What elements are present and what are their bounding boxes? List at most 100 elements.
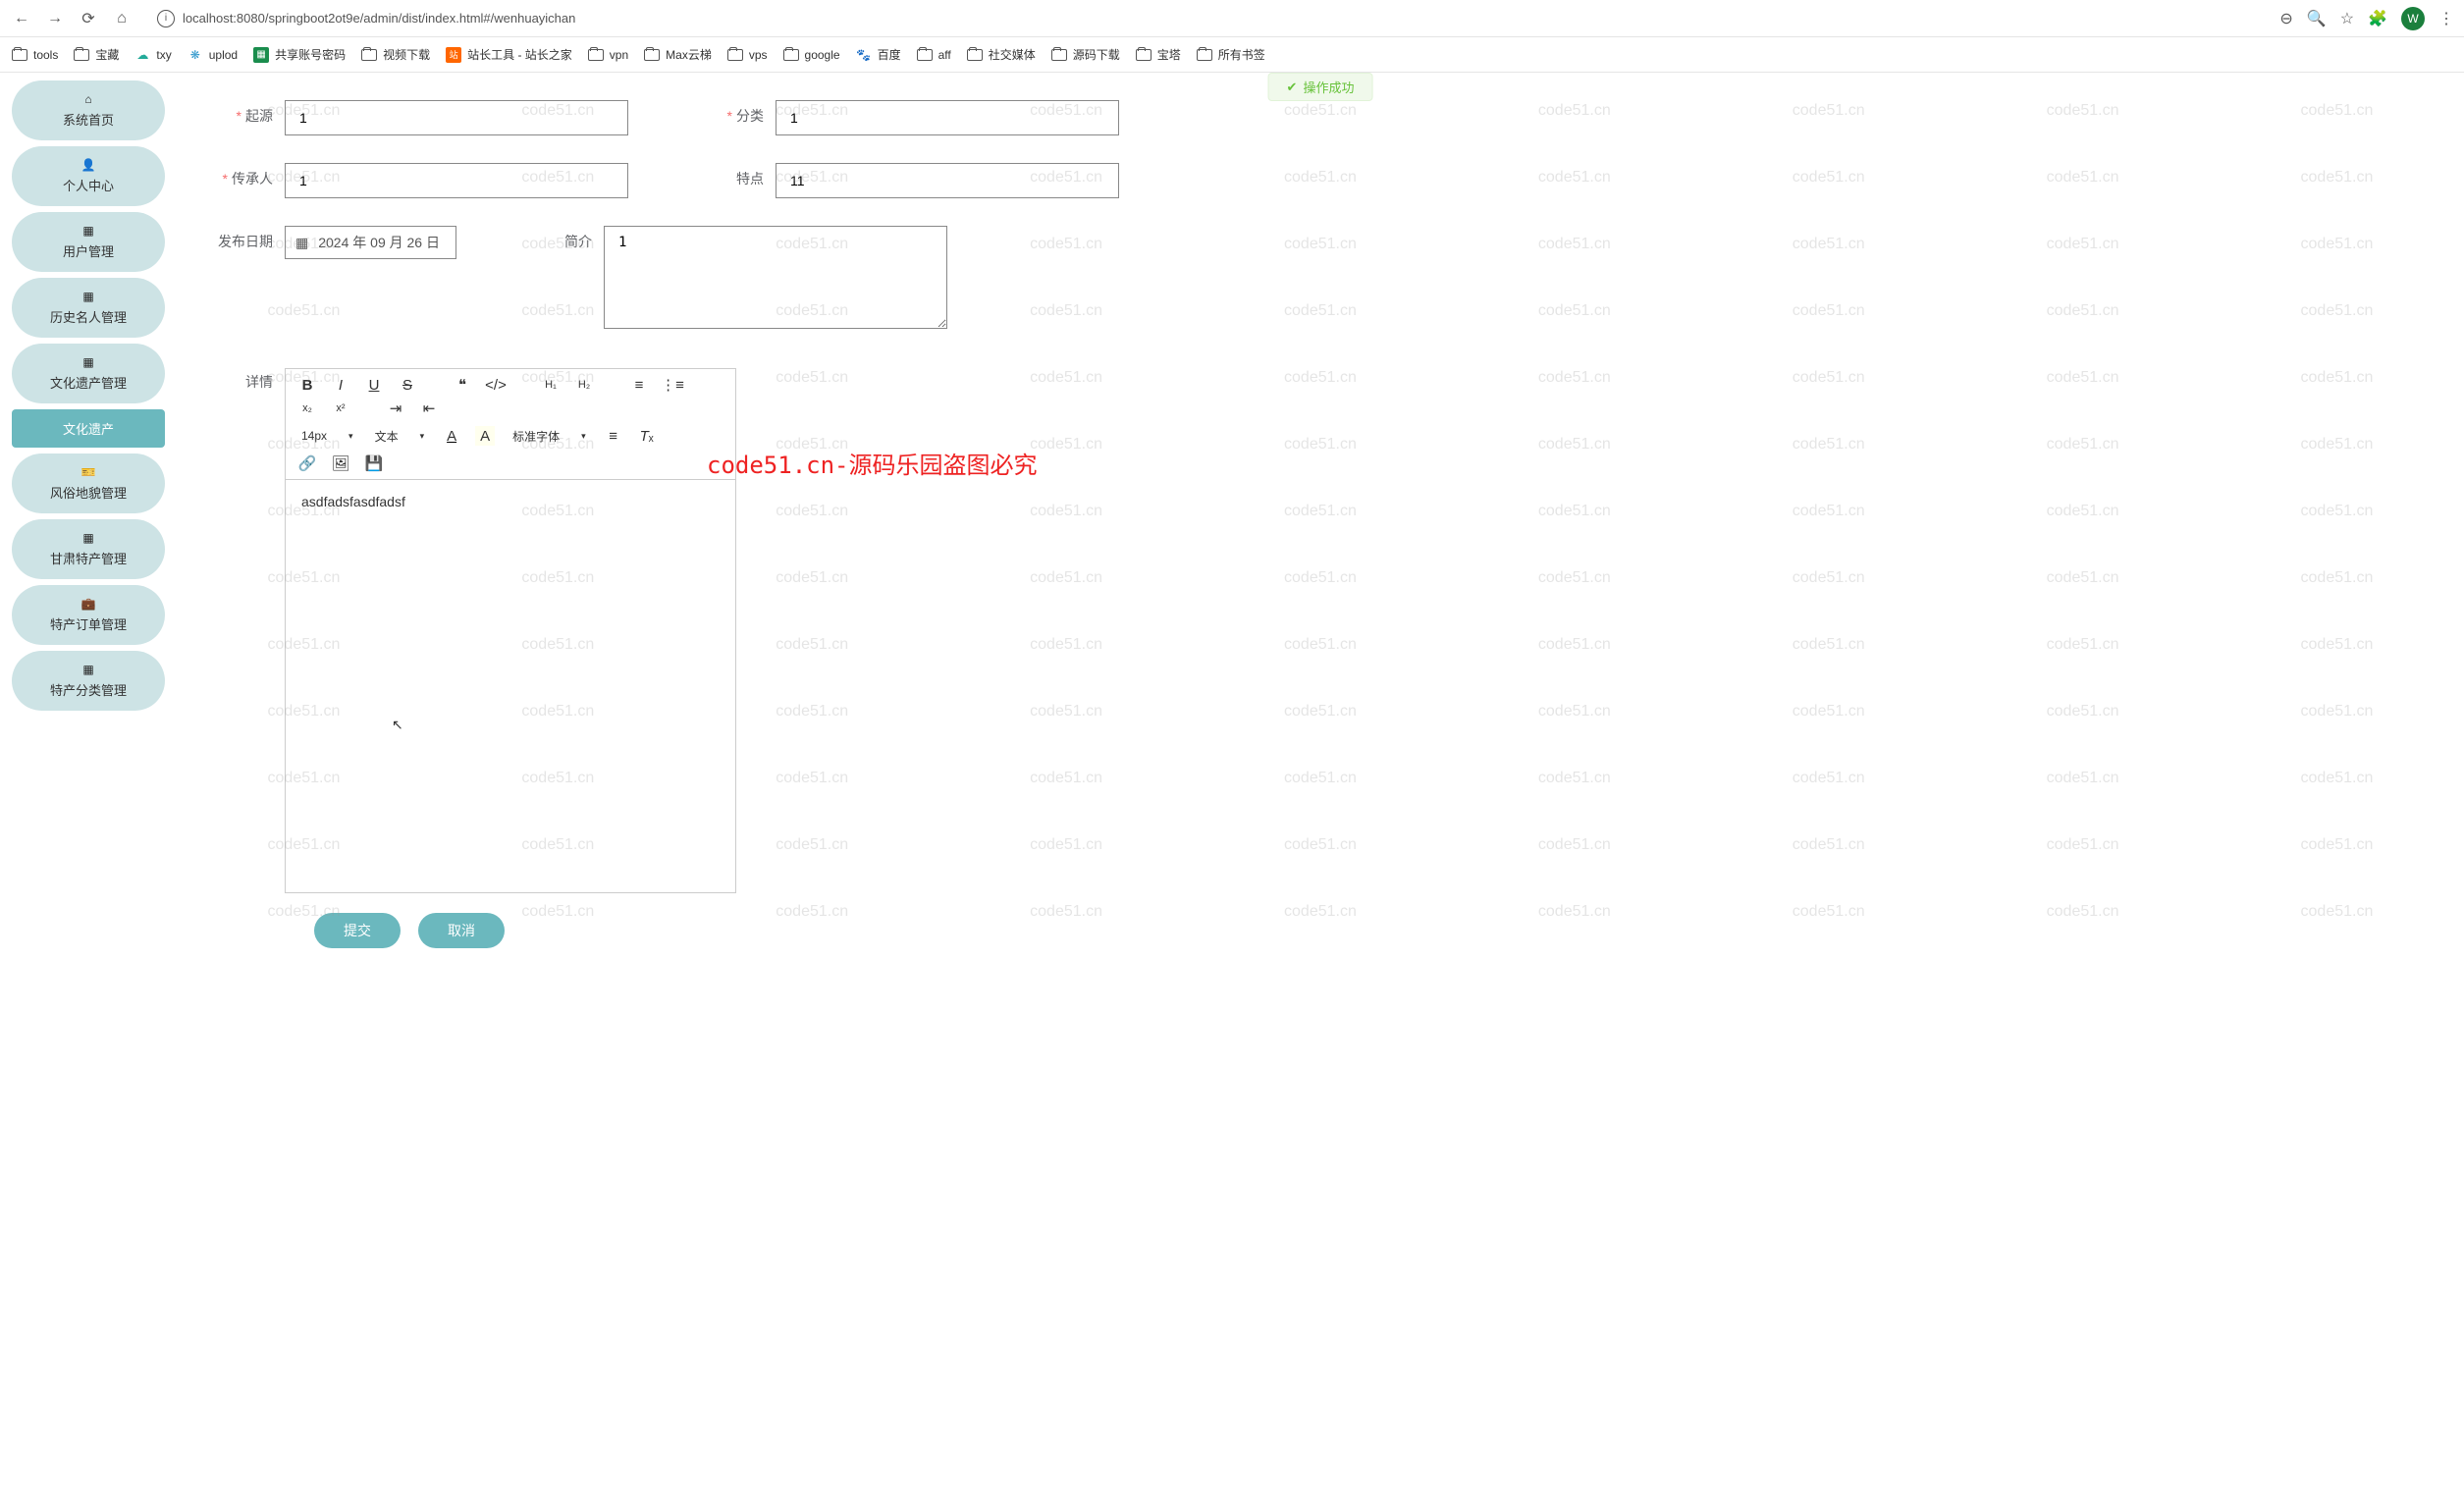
- bookmark-label: 所有书签: [1218, 46, 1265, 63]
- menu-icon[interactable]: ⋮: [2438, 9, 2454, 28]
- sidebar-item[interactable]: 🎫风俗地貌管理: [12, 454, 165, 513]
- bookmark-label: tools: [33, 48, 58, 62]
- bookmark-item[interactable]: 站站长工具 - 站长之家: [446, 46, 572, 63]
- bookmark-label: uplod: [209, 48, 238, 62]
- sidebar-item-label: 历史名人管理: [50, 307, 127, 326]
- submit-button[interactable]: 提交: [314, 913, 401, 948]
- sidebar-item-label: 个人中心: [63, 176, 114, 194]
- block-type-select[interactable]: 文本: [371, 428, 429, 445]
- bold-icon[interactable]: B: [297, 375, 317, 395]
- sidebar-item-label: 用户管理: [63, 241, 114, 260]
- sidebar-item[interactable]: 👤个人中心: [12, 146, 165, 206]
- bookmark-item[interactable]: 宝藏: [74, 46, 119, 63]
- detail-label: 详情: [196, 368, 285, 893]
- url-text: localhost:8080/springboot2ot9e/admin/dis…: [183, 11, 575, 26]
- bookmark-item[interactable]: 宝塔: [1136, 46, 1181, 63]
- bookmark-item[interactable]: Max云梯: [644, 46, 712, 63]
- category-input[interactable]: [776, 100, 1119, 135]
- success-text: 操作成功: [1303, 78, 1354, 96]
- sidebar-item[interactable]: ▦ 甘肃特产管理: [12, 519, 165, 579]
- image-icon[interactable]: 🖼: [331, 454, 350, 473]
- ordered-list-icon[interactable]: ≡: [629, 375, 649, 395]
- strike-icon[interactable]: S: [398, 375, 417, 395]
- sidebar-item[interactable]: ▦文化遗产管理: [12, 344, 165, 403]
- origin-label: *起源: [196, 100, 285, 126]
- bookmark-item[interactable]: ☁txy: [134, 47, 171, 63]
- intro-textarea[interactable]: 1: [604, 226, 947, 329]
- extensions-icon[interactable]: 🧩: [2368, 9, 2387, 28]
- h2-icon[interactable]: H₂: [574, 375, 594, 395]
- reload-button[interactable]: ⟳: [77, 7, 100, 30]
- bookmark-item[interactable]: ▦共享账号密码: [253, 46, 346, 63]
- center-watermark: code51.cn-源码乐园盗图必究: [707, 446, 1038, 480]
- sidebar-item[interactable]: ⌂ 系统首页: [12, 80, 165, 140]
- inheritor-label: *传承人: [196, 163, 285, 188]
- category-label: *分类: [687, 100, 776, 126]
- bookmark-item[interactable]: 社交媒体: [967, 46, 1036, 63]
- pubdate-input[interactable]: ▦ 2024 年 09 月 26 日: [285, 226, 456, 259]
- key-icon[interactable]: ⊖: [2279, 9, 2292, 28]
- bookmark-label: Max云梯: [666, 46, 712, 63]
- sidebar-item[interactable]: ▦用户管理: [12, 212, 165, 272]
- sidebar-item[interactable]: 💼特产订单管理: [12, 585, 165, 645]
- bookmark-item[interactable]: google: [783, 47, 840, 63]
- bookmark-label: aff: [938, 48, 951, 62]
- bookmark-item[interactable]: ❋uplod: [187, 47, 238, 63]
- font-size-select[interactable]: 14px: [297, 429, 357, 443]
- editor-content[interactable]: asdfadsfasdfadsf: [286, 480, 735, 892]
- sidebar-icon: ⌂: [84, 92, 91, 106]
- bg-color-icon[interactable]: A: [475, 426, 495, 446]
- bookmark-star-icon[interactable]: ☆: [2340, 9, 2354, 28]
- bookmark-item[interactable]: 🐾百度: [856, 46, 901, 63]
- outdent-icon[interactable]: ⇤: [419, 399, 439, 418]
- code-icon[interactable]: </>: [486, 375, 506, 395]
- bookmark-label: 共享账号密码: [275, 46, 346, 63]
- bookmark-label: 视频下载: [383, 46, 430, 63]
- sidebar-icon: ▦: [82, 290, 93, 303]
- bookmark-item[interactable]: vps: [727, 47, 768, 63]
- sidebar-item-label: 甘肃特产管理: [50, 549, 127, 567]
- rich-editor: B I U S ❝ </> H₁ H₂ ≡ ⋮≡ x₂ x²: [285, 368, 736, 893]
- sidebar-item[interactable]: ▦特产分类管理: [12, 651, 165, 711]
- feature-input[interactable]: [776, 163, 1119, 198]
- inheritor-input[interactable]: [285, 163, 628, 198]
- h1-icon[interactable]: H₁: [541, 375, 561, 395]
- bookmark-item[interactable]: aff: [917, 47, 951, 63]
- cancel-button[interactable]: 取消: [418, 913, 505, 948]
- superscript-icon[interactable]: x²: [331, 399, 350, 418]
- unordered-list-icon[interactable]: ⋮≡: [663, 375, 682, 395]
- bookmark-item[interactable]: 视频下载: [361, 46, 430, 63]
- bookmark-item[interactable]: 所有书签: [1197, 46, 1265, 63]
- sidebar-item[interactable]: ▦ 历史名人管理: [12, 278, 165, 338]
- origin-input[interactable]: [285, 100, 628, 135]
- sidebar-item[interactable]: 文化遗产: [12, 409, 165, 448]
- profile-avatar[interactable]: W: [2401, 7, 2425, 30]
- cursor-icon: ↖: [392, 717, 403, 733]
- site-info-icon[interactable]: i: [157, 10, 175, 27]
- save-icon[interactable]: 💾: [364, 454, 384, 473]
- bookmark-item[interactable]: 源码下载: [1051, 46, 1120, 63]
- pubdate-label: 发布日期: [196, 226, 285, 251]
- subscript-icon[interactable]: x₂: [297, 399, 317, 418]
- bookmark-label: 百度: [878, 46, 901, 63]
- url-bar[interactable]: i localhost:8080/springboot2ot9e/admin/d…: [143, 5, 2270, 32]
- bookmark-item[interactable]: tools: [12, 47, 58, 63]
- indent-icon[interactable]: ⇥: [386, 399, 405, 418]
- home-button[interactable]: ⌂: [110, 7, 134, 30]
- clear-format-icon[interactable]: Tₓ: [637, 426, 657, 446]
- underline-icon[interactable]: U: [364, 375, 384, 395]
- forward-button[interactable]: →: [43, 7, 67, 30]
- link-icon[interactable]: 🔗: [297, 454, 317, 473]
- italic-icon[interactable]: I: [331, 375, 350, 395]
- bookmarks-bar: tools 宝藏 ☁txy ❋uplod ▦共享账号密码 视频下载站站长工具 - 站长之家…: [0, 37, 2464, 73]
- back-button[interactable]: ←: [10, 7, 33, 30]
- sidebar-item-label: 系统首页: [63, 110, 114, 129]
- text-color-icon[interactable]: A: [442, 426, 461, 446]
- bookmark-item[interactable]: vpn: [588, 47, 628, 63]
- sidebar-icon: ▦: [82, 531, 93, 545]
- align-icon[interactable]: ≡: [604, 426, 623, 446]
- font-family-select[interactable]: 标准字体: [509, 428, 590, 445]
- zoom-icon[interactable]: 🔍: [2307, 9, 2327, 28]
- quote-icon[interactable]: ❝: [453, 375, 472, 395]
- bookmark-label: vps: [749, 48, 768, 62]
